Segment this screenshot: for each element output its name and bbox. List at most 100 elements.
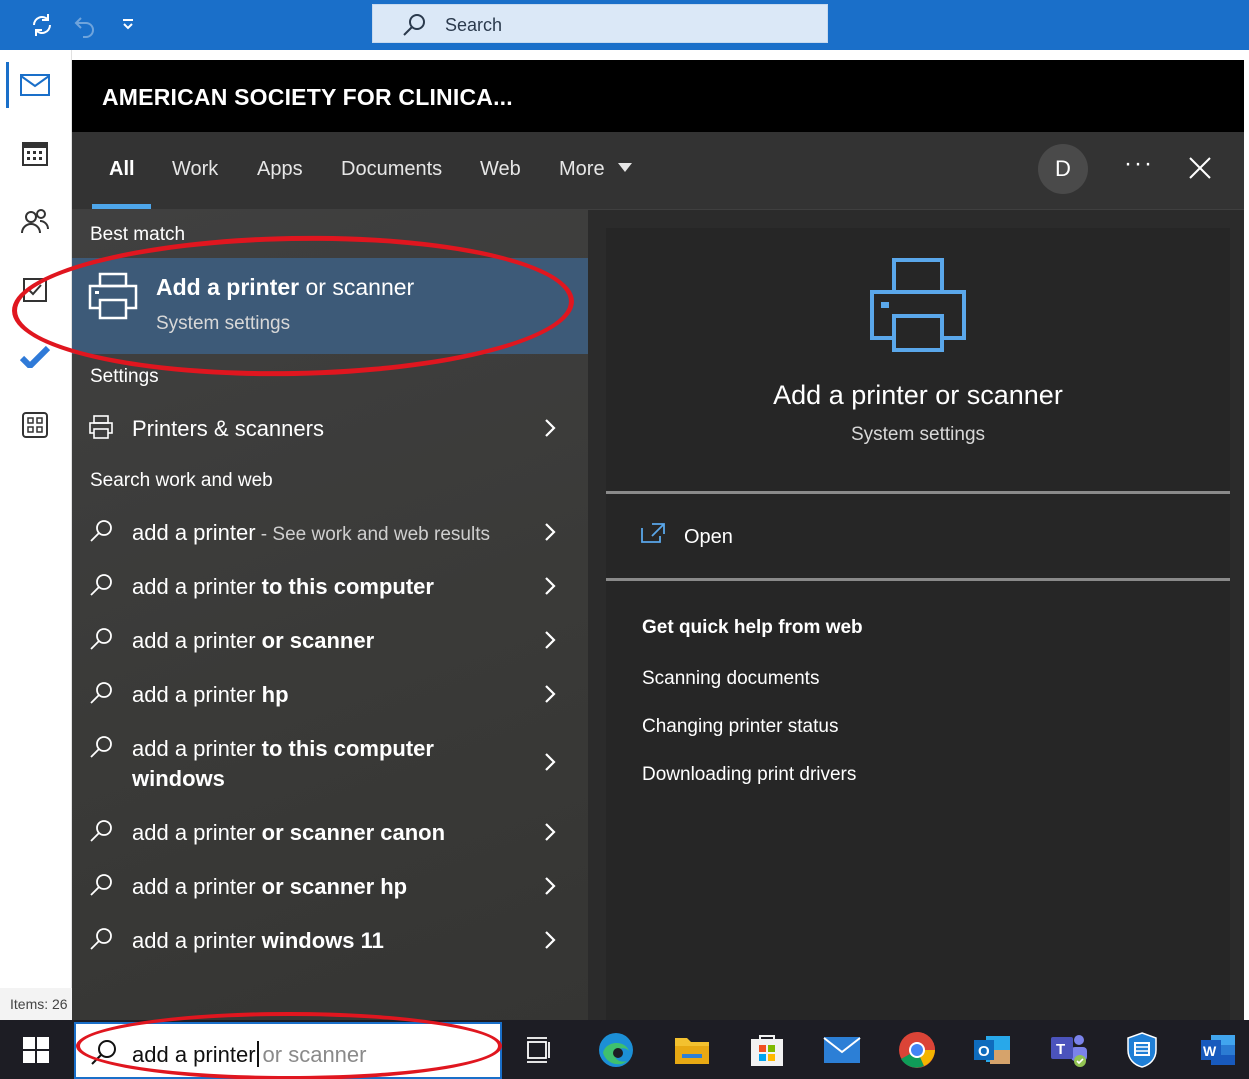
suggestion-item[interactable]: add a printer or scanner canon: [72, 808, 588, 858]
file-explorer-icon[interactable]: [670, 1028, 714, 1072]
suggestion-text: add a printer to this computer: [132, 736, 434, 762]
windows-start-icon[interactable]: [0, 1020, 72, 1079]
help-link[interactable]: Downloading print drivers: [642, 764, 856, 786]
web-result-text: add a printer - See work and web results: [132, 520, 490, 546]
item-count-status: Items: 26: [0, 988, 72, 1020]
chevron-right-icon[interactable]: [542, 682, 558, 706]
edge-icon[interactable]: [594, 1028, 638, 1072]
outlook-icon[interactable]: O: [970, 1028, 1014, 1072]
search-icon: [88, 818, 116, 846]
search-icon: [88, 926, 116, 954]
microsoft-store-icon[interactable]: [745, 1028, 789, 1072]
chevron-right-icon[interactable]: [542, 520, 558, 544]
word-icon[interactable]: W: [1196, 1028, 1240, 1072]
tab-more-label: More: [559, 158, 605, 180]
suggestion-typed: add a printer: [132, 874, 256, 899]
open-external-icon: [640, 522, 666, 549]
tab-more[interactable]: More: [559, 158, 633, 181]
help-link[interactable]: Changing printer status: [642, 716, 838, 738]
task-view-icon[interactable]: [517, 1028, 561, 1072]
web-result-query: add a printer: [132, 520, 256, 545]
tab-documents[interactable]: Documents: [341, 158, 442, 181]
suggestion-typed: add a printer: [132, 820, 256, 845]
suggestion-completion: windows 11: [255, 928, 384, 953]
suggestion-item[interactable]: add a printer or scanner hp: [72, 862, 588, 912]
quick-help: Get quick help from web Scanning documen…: [606, 581, 1230, 1020]
chevron-right-icon[interactable]: [542, 574, 558, 598]
organization-header: AMERICAN SOCIETY FOR CLINICA...: [72, 60, 1244, 132]
suggestion-typed: add a printer: [132, 682, 256, 707]
search-icon: [88, 572, 116, 600]
teams-icon[interactable]: T: [1047, 1028, 1091, 1072]
avatar[interactable]: D: [1038, 144, 1088, 194]
apps-icon[interactable]: [16, 406, 54, 444]
suggestion-text: add a printer or scanner canon: [132, 820, 445, 846]
suggestion-text: add a printer or scanner: [132, 628, 374, 654]
security-shield-icon[interactable]: [1120, 1028, 1164, 1072]
tab-apps[interactable]: Apps: [257, 158, 303, 181]
close-icon[interactable]: [1186, 154, 1214, 182]
chevron-right-icon[interactable]: [542, 928, 558, 952]
tab-all[interactable]: All: [109, 158, 135, 181]
active-indicator: [6, 62, 9, 108]
best-match-heading: Best match: [90, 224, 186, 245]
active-tab-underline: [92, 204, 151, 209]
preview-subtitle: System settings: [850, 424, 986, 445]
suggestion-item[interactable]: add a printer windows 11: [72, 916, 588, 966]
more-options-icon[interactable]: ···: [1124, 150, 1154, 178]
suggestion-typed: add a printer: [132, 628, 256, 653]
suggestion-text: add a printer or scanner hp: [132, 874, 407, 900]
mail-icon[interactable]: [820, 1028, 864, 1072]
tab-web[interactable]: Web: [480, 158, 521, 181]
suggestion-completion-line2: windows: [132, 766, 225, 791]
search-icon: [88, 626, 116, 654]
chevron-right-icon[interactable]: [542, 874, 558, 898]
chevron-right-icon[interactable]: [542, 416, 558, 440]
chevron-right-icon[interactable]: [542, 820, 558, 844]
search-icon: [88, 734, 116, 762]
chrome-icon[interactable]: [895, 1028, 939, 1072]
help-link[interactable]: Scanning documents: [642, 668, 819, 690]
open-action[interactable]: Open: [606, 494, 1230, 578]
svg-text:W: W: [1203, 1043, 1217, 1059]
suggestion-item[interactable]: add a printer to this computer: [72, 562, 588, 612]
suggestion-item[interactable]: add a printer hp: [72, 670, 588, 720]
settings-item-printers[interactable]: Printers & scanners: [72, 404, 588, 454]
tab-work[interactable]: Work: [172, 158, 218, 181]
suggestion-text: add a printer to this computer: [132, 574, 434, 600]
suggestion-typed: add a printer: [132, 928, 256, 953]
outlook-nav-rail: [0, 50, 72, 1020]
outlook-edge: [1244, 50, 1249, 1020]
preview-pane: Add a printer or scanner System settings…: [606, 228, 1230, 1020]
suggestion-completion: to this computer: [255, 736, 434, 761]
web-result-suffix: - See work and web results: [255, 524, 490, 545]
suggestion-item[interactable]: add a printer to this computer windows: [72, 724, 588, 804]
search-flyout: AMERICAN SOCIETY FOR CLINICA... All Work…: [72, 60, 1244, 1020]
people-icon[interactable]: [16, 202, 54, 240]
suggestion-text: add a printer windows 11: [132, 928, 384, 954]
web-result[interactable]: add a printer - See work and web results: [72, 508, 588, 558]
chevron-right-icon[interactable]: [542, 628, 558, 652]
undo-icon[interactable]: [70, 10, 100, 40]
svg-text:O: O: [978, 1043, 990, 1060]
search-icon: [88, 680, 116, 708]
mail-icon[interactable]: [16, 66, 54, 104]
suggestion-completion: or scanner canon: [255, 820, 446, 845]
svg-text:T: T: [1056, 1041, 1065, 1058]
outlook-search-box[interactable]: Search: [372, 4, 828, 43]
calendar-icon[interactable]: [16, 134, 54, 172]
search-icon: [88, 872, 116, 900]
quick-help-heading: Get quick help from web: [642, 617, 863, 638]
search-placeholder: Search: [445, 15, 503, 35]
settings-heading: Settings: [90, 366, 159, 387]
printer-icon: [868, 258, 968, 359]
customize-toolbar-icon[interactable]: [113, 10, 143, 40]
suggestion-item[interactable]: add a printer or scanner: [72, 616, 588, 666]
settings-item-label: Printers & scanners: [132, 416, 324, 441]
suggestion-typed: add a printer: [132, 574, 256, 599]
outlook-title-bar: Search: [0, 0, 1249, 50]
search-tabs: All Work Apps Documents Web More D ···: [72, 132, 1244, 210]
caret-down-icon: [618, 163, 633, 172]
chevron-right-icon[interactable]: [542, 750, 558, 774]
sync-icon[interactable]: [27, 10, 57, 40]
